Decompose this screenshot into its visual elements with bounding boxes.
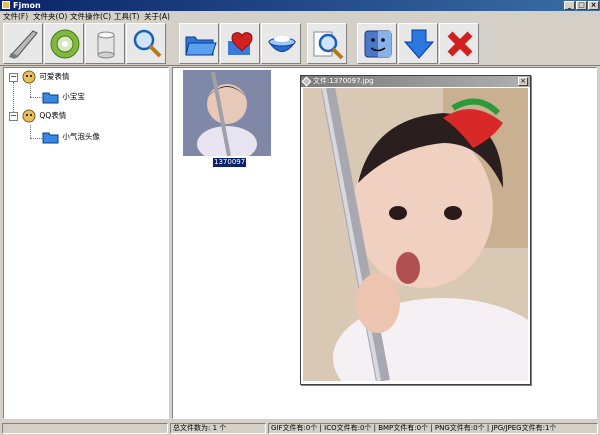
heart-icon	[228, 32, 253, 55]
search-document-button[interactable]	[307, 23, 347, 64]
search-doc-icon	[313, 31, 344, 60]
face-folder-icon	[22, 109, 36, 123]
baby-photo	[303, 88, 528, 381]
status-type-counts: GIF文件有:0个 | ICO文件有:0个 | BMP文件有:0个 | PNG文…	[268, 423, 598, 434]
menu-file[interactable]: 文件(F)	[3, 11, 28, 22]
folder-icon	[185, 36, 217, 56]
image-thumbnail[interactable]	[183, 70, 271, 156]
bowl-icon	[268, 36, 296, 52]
status-bar: 总文件数为: 1 个 GIF文件有:0个 | ICO文件有:0个 | BMP文件…	[0, 422, 600, 435]
preview-titlebar: 文件:1370097.jpg	[301, 76, 530, 87]
tree-expander[interactable]: −	[9, 112, 18, 121]
folder-icon	[42, 132, 59, 144]
menu-bar: 文件(F) 文件夹(O) 文件操作(C) 工具(T) 关于(A)	[0, 11, 600, 22]
tree-item-bubble-avatar[interactable]: 小气泡头像	[42, 130, 100, 144]
app-icon	[2, 1, 10, 9]
minimize-button[interactable]: _	[564, 1, 575, 10]
folder-icon	[42, 92, 59, 104]
tree-group-qq-expressions[interactable]: QQ表情	[21, 109, 66, 123]
download-button[interactable]	[398, 23, 438, 64]
thumbnail-filename[interactable]: 1370097	[213, 158, 247, 167]
baby-photo-thumbnail	[183, 70, 271, 156]
bowl-button[interactable]	[261, 23, 301, 64]
brush-icon	[9, 30, 38, 59]
tree-group-cute-expressions[interactable]: 可爱表情	[21, 70, 69, 84]
menu-folder[interactable]: 文件夹(O)	[33, 11, 67, 22]
preview-title: 文件:1370097.jpg	[313, 77, 374, 85]
cylinder-icon	[97, 31, 115, 59]
tree-item-label: 小宝宝	[62, 92, 85, 101]
tree-item-baby[interactable]: 小宝宝	[42, 90, 85, 104]
disc-icon	[50, 29, 80, 59]
folder-tree: − 可爱表情 小宝宝 − QQ表情 小气泡头像	[3, 67, 169, 419]
search-button[interactable]	[126, 23, 166, 64]
preview-close-button[interactable]: ×	[518, 77, 528, 86]
finder-button[interactable]	[357, 23, 397, 64]
delete-icon	[447, 31, 473, 57]
disc-button[interactable]	[44, 23, 84, 64]
tree-item-label: 小气泡头像	[62, 132, 100, 141]
favorite-button[interactable]	[220, 23, 260, 64]
search-icon	[133, 29, 162, 58]
title-bar: Fjmon _ □ ×	[0, 0, 600, 11]
down-arrow-icon	[403, 29, 435, 59]
preview-window-icon	[301, 76, 312, 87]
menu-about[interactable]: 关于(A)	[144, 11, 170, 22]
status-total: 总文件数为: 1 个	[170, 423, 266, 434]
face-folder-icon	[22, 70, 36, 84]
finder-icon	[364, 30, 392, 58]
menu-tools[interactable]: 工具(T)	[114, 11, 139, 22]
folder-button[interactable]	[179, 23, 219, 64]
tree-expander[interactable]: −	[9, 73, 18, 82]
window-title: Fjmon	[13, 1, 41, 10]
cylinder-button[interactable]	[85, 23, 125, 64]
menu-file-operations[interactable]: 文件操作(C)	[70, 11, 111, 22]
status-pane-empty	[2, 423, 168, 434]
toolbar	[0, 22, 600, 66]
tree-group-label: 可爱表情	[39, 72, 70, 81]
delete-button[interactable]	[439, 23, 479, 64]
maximize-button[interactable]: □	[576, 1, 587, 10]
close-button[interactable]: ×	[588, 1, 599, 10]
preview-image	[303, 88, 528, 381]
image-preview-window: 文件:1370097.jpg ×	[300, 75, 531, 385]
brush-button[interactable]	[3, 23, 43, 64]
tree-group-label: QQ表情	[39, 111, 67, 120]
